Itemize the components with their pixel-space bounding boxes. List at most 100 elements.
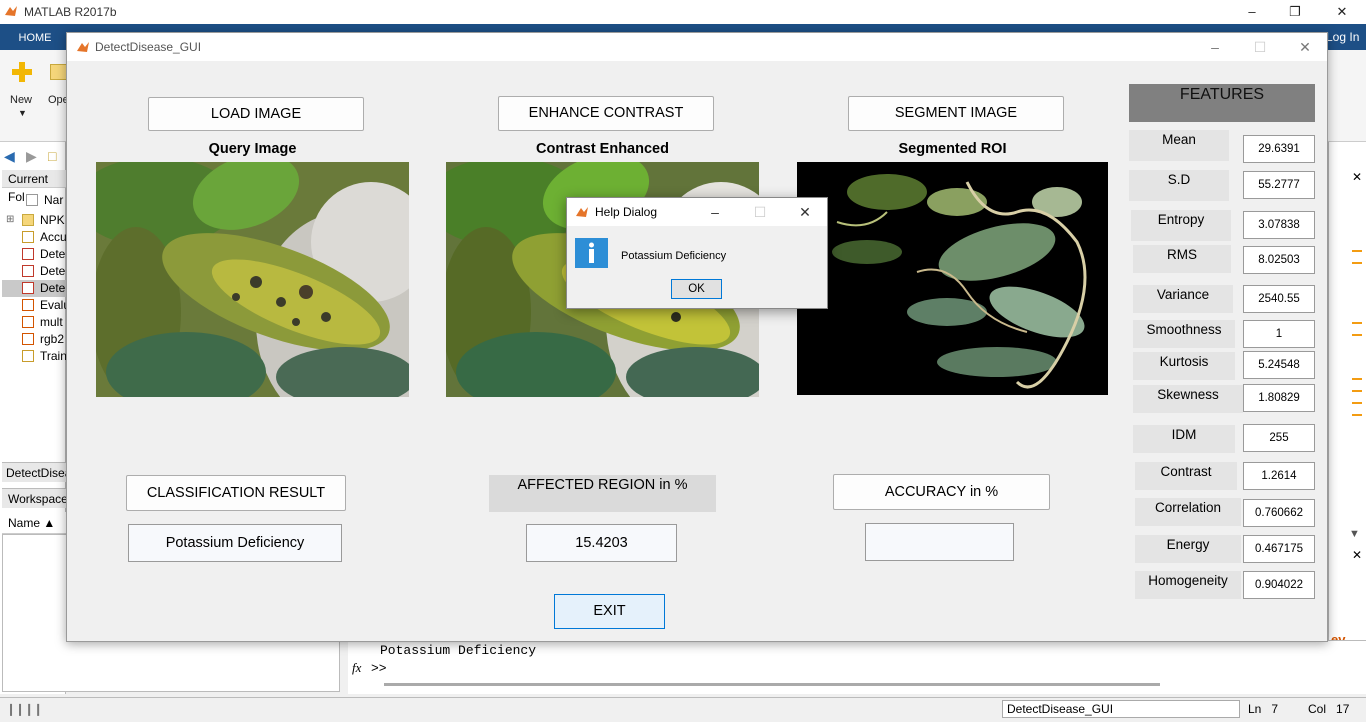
help-dialog-title-bar: Help Dialog – ☐ ✕ [567,198,827,226]
feature-label-mean: Mean [1129,130,1229,161]
feature-label-contrast: Contrast [1135,462,1237,490]
classification-result-button[interactable]: CLASSIFICATION RESULT [126,475,346,511]
accuracy-field[interactable] [865,523,1014,561]
exit-button[interactable]: EXIT [554,594,665,629]
feature-value-skewness[interactable]: 1.80829 [1243,384,1315,412]
feature-value-energy[interactable]: 0.467175 [1243,535,1315,563]
close-icon[interactable]: ✕ [1293,37,1317,57]
tab-home[interactable]: HOME [2,26,68,50]
query-image-title: Query Image [208,141,297,157]
matlab-figure-icon [576,207,588,217]
file-name: Train [40,349,67,363]
status-line: Ln 7 [1248,702,1278,716]
close-icon[interactable]: ✕ [1352,170,1362,184]
feature-value-kurtosis[interactable]: 5.24548 [1243,351,1315,379]
resize-grip-icon[interactable]: ❙❙❙❙ [6,702,43,716]
feature-label-skewness: Skewness [1133,385,1243,413]
status-column-label: Col [1308,702,1327,716]
file-name: Dete [40,281,66,295]
status-line-label: Ln [1248,702,1262,716]
forward-arrow-icon[interactable]: ▶ [26,149,42,163]
code-analyzer-mark [1352,262,1362,264]
maximize-icon: ☐ [1253,39,1267,55]
feature-label-variance: Variance [1133,285,1233,313]
help-dialog-message: Potassium Deficiency [621,250,727,262]
affected-region-field[interactable]: 15.4203 [526,524,677,562]
matlab-logo-icon [5,6,17,16]
code-analyzer-mark [1352,334,1362,336]
new-icon[interactable] [10,60,34,84]
feature-label-idm: IDM [1133,425,1235,453]
code-analyzer-mark [1352,390,1362,392]
feature-value-entropy[interactable]: 3.07838 [1243,211,1315,239]
up-folder-icon[interactable]: □ [48,149,64,163]
classification-result-field[interactable]: Potassium Deficiency [128,524,342,562]
status-column: Col 17 [1308,702,1349,716]
workspace-label: Workspace [2,488,68,508]
feature-value-rms[interactable]: 8.02503 [1243,246,1315,274]
matlab-title: MATLAB R2017b [24,5,117,19]
feature-label-sd: S.D [1129,170,1229,201]
status-line-value: 7 [1271,702,1279,716]
feature-label-energy: Energy [1135,535,1241,563]
gui-title: DetectDisease_GUI [95,40,202,54]
affected-region-label: AFFECTED REGION in % [489,475,716,512]
file-name: Nar [44,193,64,207]
chevron-down-icon[interactable]: ▼ [18,108,27,118]
contrast-enhanced-title: Contrast Enhanced [536,141,669,157]
list-item-selected[interactable]: Dete [2,280,66,297]
back-arrow-icon[interactable]: ◀ [4,149,20,163]
chevron-down-icon[interactable]: ▼ [1349,528,1360,540]
file-name: Dete [40,247,66,261]
matlab-figure-icon [77,42,89,52]
file-name: NPK [40,213,65,227]
feature-label-rms: RMS [1133,245,1231,273]
accuracy-button[interactable]: ACCURACY in % [833,474,1050,510]
detect-disease-window: DetectDisease_GUI – ☐ ✕ LOAD IMAGE ENHAN… [66,32,1328,642]
login-link[interactable]: Log In [1326,30,1359,44]
status-column-value: 17 [1336,702,1350,716]
code-analyzer-mark [1352,402,1362,404]
restore-icon[interactable]: ❐ [1285,3,1305,21]
minimize-icon[interactable]: – [1242,3,1262,21]
close-icon[interactable]: ✕ [1352,548,1362,562]
features-header: FEATURES [1129,84,1315,122]
segment-image-button[interactable]: SEGMENT IMAGE [848,96,1064,131]
feature-value-idm[interactable]: 255 [1243,424,1315,452]
horizontal-scrollbar[interactable] [384,683,1160,686]
feature-value-mean[interactable]: 29.6391 [1243,135,1315,163]
feature-value-homogeneity[interactable]: 0.904022 [1243,571,1315,599]
close-icon[interactable]: ✕ [1332,3,1352,21]
expand-icon[interactable]: ⊞ [6,214,14,225]
workspace-name-column[interactable]: Name ▲ [2,512,66,534]
ok-button[interactable]: OK [671,279,722,299]
code-analyzer-mark [1352,378,1362,380]
fx-icon[interactable]: fx [352,660,361,676]
file-name: mult [40,315,63,329]
details-panel-label: DetectDisea [2,462,71,482]
query-image [96,162,409,397]
code-analyzer-mark [1352,414,1362,416]
feature-label-correlation: Correlation [1135,498,1241,526]
code-analyzer-mark [1352,322,1362,324]
code-analyzer-mark [1352,250,1362,252]
info-icon [575,238,608,268]
minimize-icon[interactable]: – [703,202,727,222]
new-button[interactable]: New [10,94,32,106]
file-list: Nar ⊞ NPK Accu Dete Dete Dete Evalu mult… [2,192,70,368]
feature-value-smoothness[interactable]: 1 [1243,320,1315,348]
feature-value-variance[interactable]: 2540.55 [1243,285,1315,313]
feature-label-entropy: Entropy [1131,210,1231,241]
gui-title-bar: DetectDisease_GUI – ☐ ✕ [67,33,1327,61]
feature-label-smoothness: Smoothness [1133,320,1235,348]
maximize-icon: ☐ [753,204,767,220]
load-image-button[interactable]: LOAD IMAGE [148,97,364,131]
command-prompt[interactable]: >> [371,661,387,676]
command-output: Potassium Deficiency [380,643,537,658]
close-icon[interactable]: ✕ [793,202,817,222]
minimize-icon[interactable]: – [1203,37,1227,57]
feature-value-sd[interactable]: 55.2777 [1243,171,1315,199]
feature-value-contrast[interactable]: 1.2614 [1243,462,1315,490]
enhance-contrast-button[interactable]: ENHANCE CONTRAST [498,96,714,131]
feature-value-correlation[interactable]: 0.760662 [1243,499,1315,527]
